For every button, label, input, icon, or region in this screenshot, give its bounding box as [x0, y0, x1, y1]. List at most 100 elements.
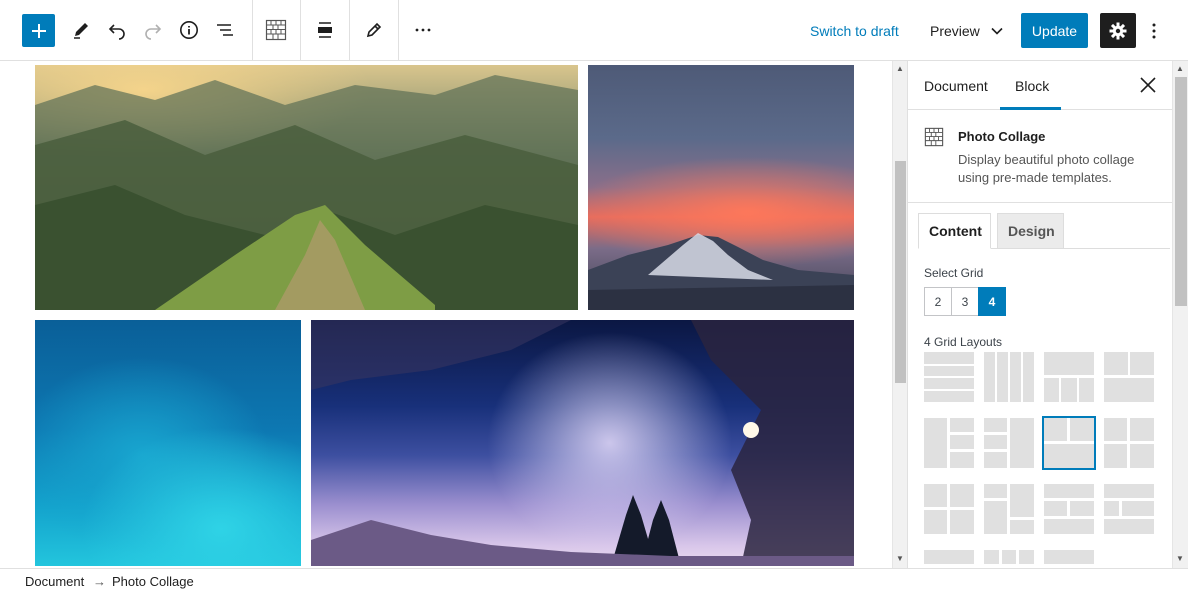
layout-cell [1010, 520, 1034, 534]
grid-layout-option[interactable] [1044, 550, 1094, 568]
layout-cell [924, 378, 974, 389]
align-button[interactable] [307, 12, 343, 48]
layout-cell [1044, 550, 1094, 564]
mountain-scene-graphic [35, 75, 578, 310]
block-type-button[interactable] [258, 12, 294, 48]
layout-cell [1044, 444, 1094, 468]
grid-layouts-label: 4 Grid Layouts [924, 335, 1003, 349]
grid-layout-option[interactable] [1044, 352, 1094, 402]
grid-layout-option[interactable] [984, 418, 1034, 468]
tab-content[interactable]: Content [918, 213, 991, 249]
layout-cell [924, 366, 974, 376]
block-card: Photo Collage Display beautiful photo co… [908, 111, 1172, 203]
tab-design[interactable]: Design [997, 213, 1064, 249]
options-menu-button[interactable] [1144, 13, 1164, 48]
grid-layout-option[interactable] [984, 550, 1034, 568]
scroll-down-arrow-icon[interactable]: ▼ [896, 554, 904, 563]
layout-cell [924, 391, 974, 402]
layout-cell [984, 352, 995, 402]
preview-button[interactable]: Preview [930, 23, 1004, 39]
switch-to-draft-link[interactable]: Switch to draft [810, 23, 899, 39]
collage-photo-sunset-peak[interactable] [588, 65, 854, 310]
collage-photo-mountains[interactable] [35, 65, 578, 310]
redo-button[interactable] [135, 12, 171, 48]
canvas-scrollbar[interactable]: ▲ ▼ [892, 61, 907, 568]
photo-collage-icon [265, 19, 287, 41]
grid-layout-option[interactable] [1104, 418, 1154, 468]
breadcrumb-item-document[interactable]: Document [25, 574, 84, 589]
layout-cell [1010, 418, 1034, 468]
canvas-scrollbar-thumb[interactable] [895, 161, 906, 383]
layout-cell [1044, 501, 1067, 516]
layout-cell [1104, 519, 1154, 534]
undo-button[interactable] [99, 12, 135, 48]
grid-layout-option[interactable] [1104, 352, 1154, 402]
scroll-down-arrow-icon[interactable]: ▼ [1176, 554, 1184, 563]
more-options-button[interactable] [405, 12, 441, 48]
gear-icon [1109, 22, 1127, 39]
layout-cell [950, 452, 974, 468]
breadcrumb-item-photo-collage[interactable]: Photo Collage [112, 574, 194, 589]
grid-layout-option[interactable] [984, 352, 1034, 402]
close-icon[interactable] [1139, 76, 1157, 94]
toolbar-separator [300, 0, 301, 60]
layout-cell [950, 510, 974, 534]
layout-cell [950, 484, 974, 507]
editor-toolbar: Switch to draft Preview Update [0, 0, 1188, 61]
layout-cell [1104, 444, 1127, 468]
grid-layout-option[interactable] [924, 484, 974, 534]
block-title: Photo Collage [958, 129, 1046, 144]
list-view-icon [217, 24, 233, 36]
layout-cell [1061, 378, 1077, 402]
snowy-peak-graphic [588, 233, 854, 310]
collage-photo-winter-night[interactable] [311, 320, 854, 566]
tab-block[interactable]: Block [1015, 78, 1049, 94]
update-button[interactable]: Update [1021, 13, 1088, 48]
sidebar-scrollbar[interactable]: ▲ ▼ [1172, 61, 1188, 568]
settings-button[interactable] [1100, 13, 1136, 48]
tools-button[interactable] [63, 12, 99, 48]
grid-layout-option[interactable] [1044, 484, 1094, 534]
select-grid-label: Select Grid [924, 266, 984, 280]
scroll-up-arrow-icon[interactable]: ▲ [1176, 64, 1184, 73]
grid-count-selector: 2 3 4 [924, 287, 1006, 316]
grid-option-3[interactable]: 3 [951, 287, 979, 316]
breadcrumb-separator: → [93, 574, 106, 589]
breadcrumb: Document → Photo Collage [0, 568, 1188, 591]
grid-layout-option[interactable] [924, 352, 974, 402]
layout-cell [950, 418, 974, 432]
grid-layout-option[interactable] [1104, 484, 1154, 534]
add-block-button[interactable] [22, 14, 55, 47]
layout-cell [1002, 550, 1016, 564]
layout-cell [1019, 550, 1034, 564]
layout-cell [1104, 501, 1119, 516]
tab-document[interactable]: Document [924, 78, 988, 94]
layout-cell [1070, 501, 1094, 516]
layout-cell [997, 352, 1008, 402]
sidebar-tabs: Document Block [908, 61, 1172, 110]
layout-cell [1130, 352, 1154, 375]
info-icon [180, 21, 198, 39]
list-view-button[interactable] [207, 12, 243, 48]
layout-cell [1044, 519, 1094, 534]
grid-option-4[interactable]: 4 [978, 287, 1006, 316]
layout-cell [1044, 418, 1067, 441]
grid-layout-option[interactable] [984, 484, 1034, 534]
layout-cell [1079, 378, 1094, 402]
layout-cell [1104, 418, 1127, 441]
collage-photo-ocean[interactable] [35, 320, 301, 566]
grid-layout-option[interactable] [924, 418, 974, 468]
grid-layout-option[interactable] [924, 550, 974, 568]
details-button[interactable] [171, 12, 207, 48]
toolbar-separator [398, 0, 399, 60]
layout-cell [924, 352, 974, 364]
scroll-up-arrow-icon[interactable]: ▲ [896, 64, 904, 73]
layout-cell [1044, 352, 1094, 375]
grid-option-2[interactable]: 2 [924, 287, 952, 316]
grid-layout-option[interactable] [1104, 550, 1154, 568]
layout-cell [1122, 501, 1154, 516]
grid-layout-option[interactable] [1042, 416, 1096, 470]
edit-button[interactable] [356, 12, 392, 48]
sidebar-scrollbar-thumb[interactable] [1175, 77, 1187, 306]
settings-sidebar: Document Block Photo Collage Display bea… [907, 61, 1172, 568]
